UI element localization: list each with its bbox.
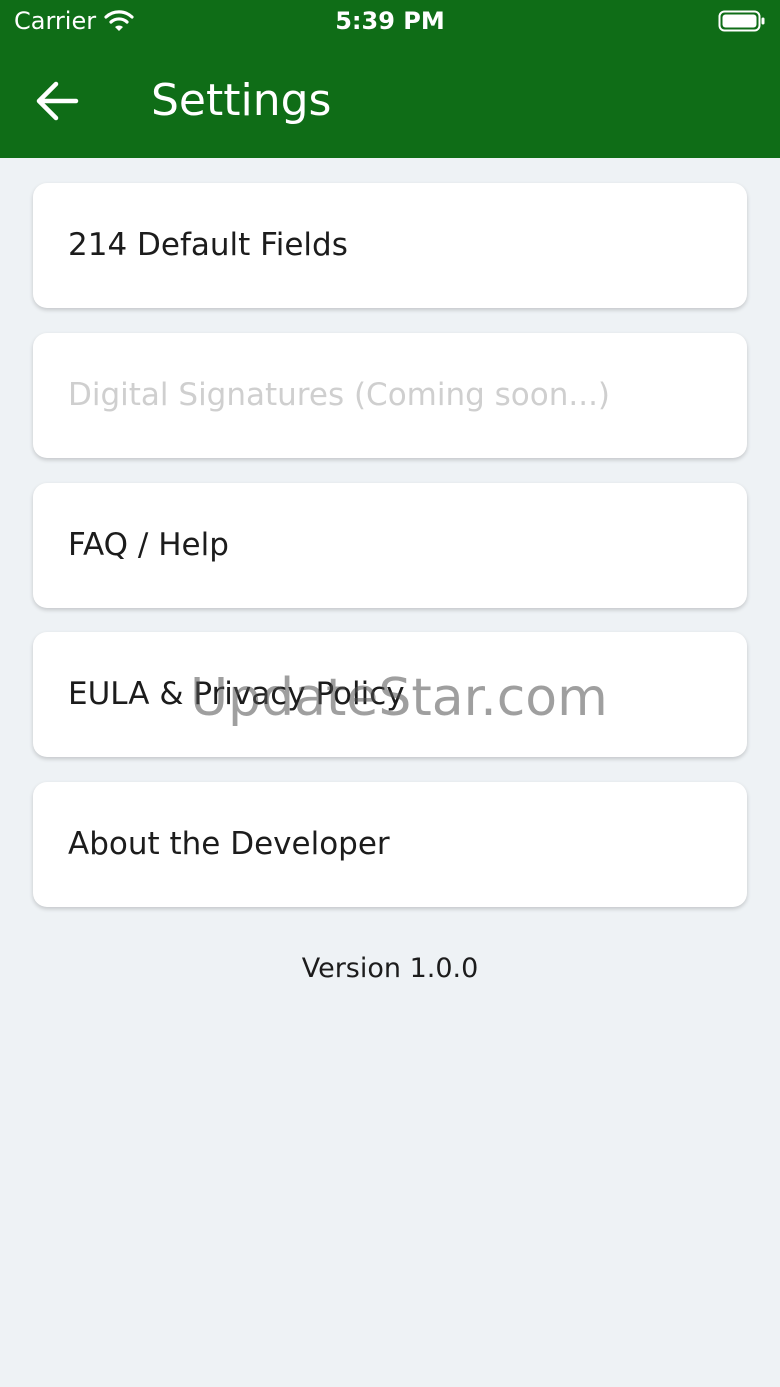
menu-item-digital-signatures: Digital Signatures (Coming soon...) <box>33 333 747 458</box>
clock-time: 5:39 PM <box>335 7 445 35</box>
version-label: Version 1.0.0 <box>301 953 479 984</box>
menu-item-faq-help[interactable]: FAQ / Help <box>33 483 747 608</box>
status-bar: Carrier 5:39 PM <box>0 0 780 44</box>
menu-item-label: FAQ / Help <box>68 527 229 563</box>
menu-item-label: 214 Default Fields <box>68 227 348 263</box>
menu-item-about-developer[interactable]: About the Developer <box>33 782 747 907</box>
back-button[interactable] <box>28 74 88 128</box>
menu-item-label: EULA & Privacy Policy <box>68 676 405 712</box>
menu-item-label: Digital Signatures (Coming soon...) <box>68 377 611 413</box>
menu-item-eula-privacy[interactable]: EULA & Privacy Policy <box>33 632 747 757</box>
menu-item-label: About the Developer <box>68 826 390 862</box>
battery-icon <box>718 9 766 33</box>
arrow-left-icon <box>36 81 79 121</box>
menu-item-default-fields[interactable]: 214 Default Fields <box>33 183 747 308</box>
page-title: Settings <box>151 75 332 126</box>
app-header: Carrier 5:39 PM Settings <box>0 0 780 158</box>
